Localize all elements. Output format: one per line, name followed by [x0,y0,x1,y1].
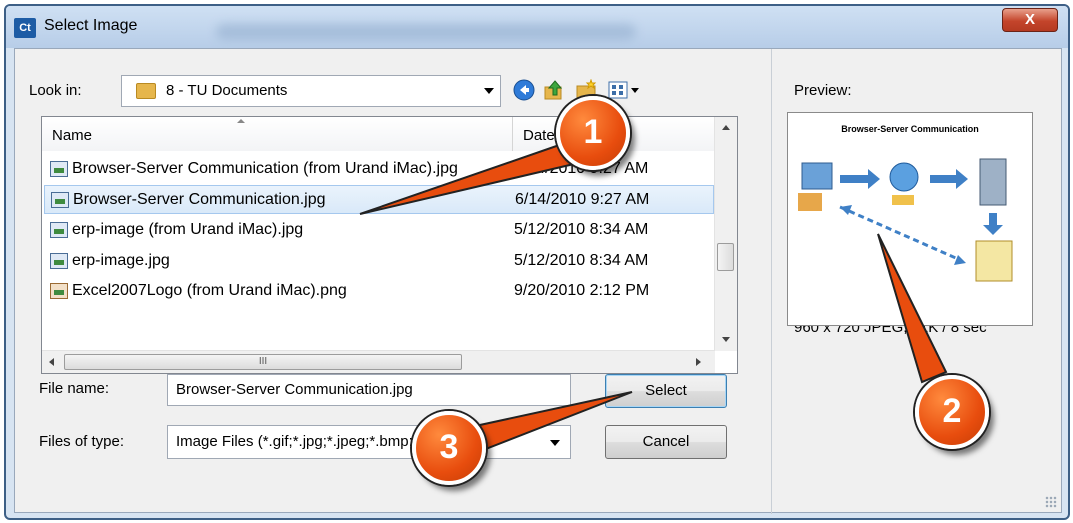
callout-2-badge: 2 [915,375,989,449]
callout-pointers [359,140,948,454]
callout-3-badge: 3 [412,411,486,485]
callout-1-badge: 1 [556,96,630,170]
